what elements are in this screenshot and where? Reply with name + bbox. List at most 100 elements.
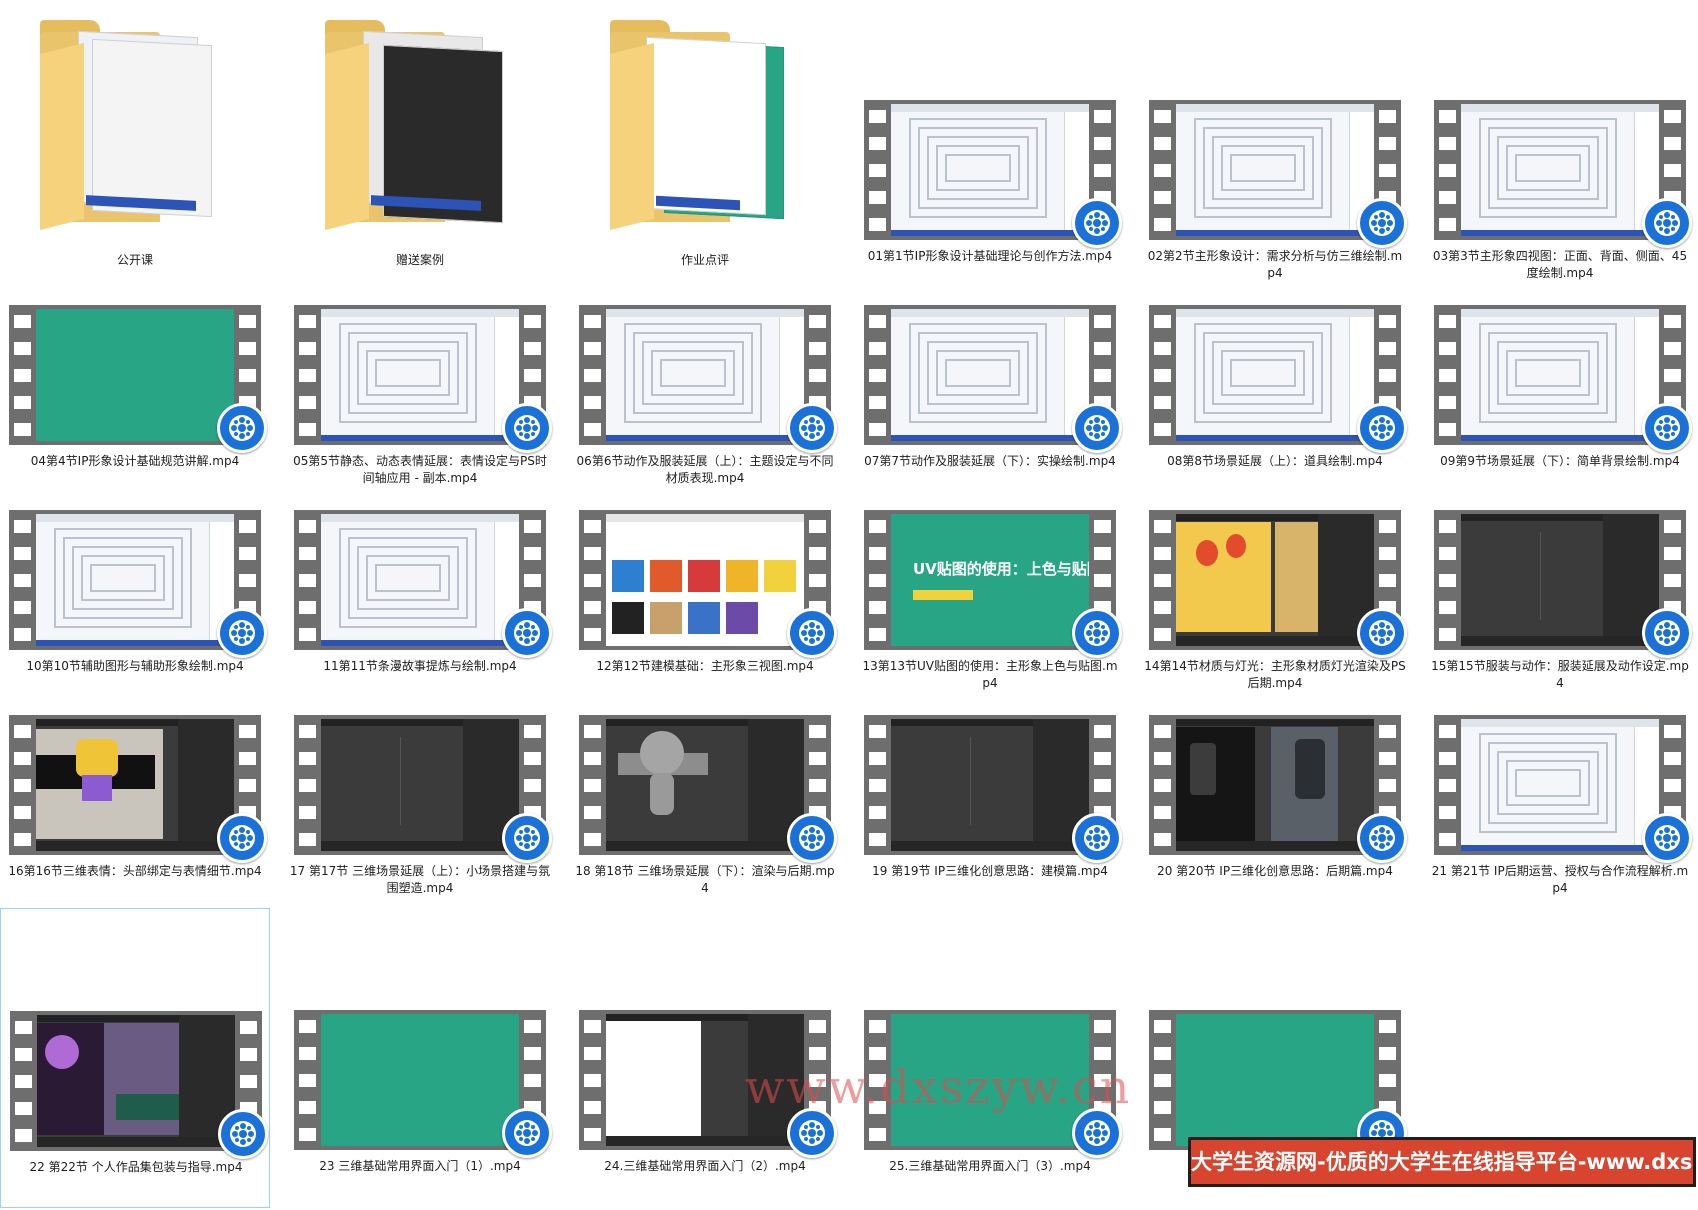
video-file-label: 07第7节动作及服装延展（下）：实操绘制.mp4 [864,454,1116,468]
folder-icon [40,14,230,230]
video-file-item[interactable]: 06第6节动作及服装延展（上）：主题设定与不同材质表现.mp4 [570,305,840,505]
folder-label: 赠送案例 [395,253,444,267]
video-player-icon [1357,403,1407,453]
video-file-label: 04第4节IP形象设计基础规范讲解.mp4 [30,454,240,468]
video-thumbnail [1149,510,1407,658]
video-thumbnail [579,715,837,863]
video-file-item[interactable]: 15第15节服装与动作：服装延展及动作设定.mp4 [1425,510,1695,710]
video-player-icon [1072,198,1122,248]
video-player-icon [1357,608,1407,658]
video-file-item[interactable]: 04第4节IP形象设计基础规范讲解.mp4 [0,305,270,505]
video-thumbnail [9,510,267,658]
video-file-item[interactable]: 19 第19节 IP三维化创意思路：建模篇.mp4 [855,715,1125,915]
video-thumbnail [864,715,1122,863]
video-file-label: 24.三维基础常用界面入门（2）.mp4 [604,1159,806,1173]
video-player-icon [1642,813,1692,863]
video-player-icon [787,608,837,658]
video-thumbnail [864,100,1122,248]
video-file-label: 11第11节条漫故事提炼与绘制.mp4 [323,659,517,673]
video-player-icon [1072,813,1122,863]
video-file-item[interactable]: 17 第17节 三维场景延展（上）：小场景搭建与氛围塑造.mp4 [285,715,555,915]
video-player-icon [1357,198,1407,248]
video-file-label: 03第3节主形象四视图：正面、背面、侧面、45度绘制.mp4 [1432,249,1688,280]
video-thumbnail [294,305,552,453]
folder-icon [325,14,515,230]
video-file-label: 22 第22节 个人作品集包装与指导.mp4 [29,1160,243,1174]
video-file-label: 21 第21节 IP后期运营、授权与合作流程解析.mp4 [1431,864,1689,895]
video-file-label: 01第1节IP形象设计基础理论与创作方法.mp4 [867,249,1113,263]
video-thumbnail [1149,305,1407,453]
video-file-item[interactable]: 14第14节材质与灯光：主形象材质灯光渲染及PS后期.mp4 [1140,510,1410,710]
folder-icon [610,14,800,230]
site-banner[interactable]: 大学生资源网-优质的大学生在线指导平台-www.dxszyw.cn [1188,1137,1696,1187]
video-file-label: 16第16节三维表情：头部绑定与表情细节.mp4 [8,864,262,878]
video-player-icon [1642,198,1692,248]
video-file-item[interactable]: 22 第22节 个人作品集包装与指导.mp4 [0,908,270,1208]
video-player-icon [787,403,837,453]
video-player-icon [502,608,552,658]
folder-homework-review[interactable]: 作业点评 [570,10,840,267]
video-player-icon [1642,608,1692,658]
video-file-item[interactable]: 12第12节建模基础：主形象三视图.mp4 [570,510,840,710]
video-player-icon [502,1108,552,1158]
video-player-icon [1072,403,1122,453]
video-player-icon [1357,813,1407,863]
video-file-item[interactable]: 05第5节静态、动态表情延展：表情设定与PS时间轴应用 - 副本.mp4 [285,305,555,505]
video-file-label: 23 三维基础常用界面入门（1）.mp4 [319,1159,521,1173]
video-player-icon [218,1109,268,1159]
video-file-item[interactable]: UV贴图的使用：上色与贴图 13第13节UV贴图的使用：主形象上色与贴图.mp4 [855,510,1125,710]
video-file-item[interactable]: 07第7节动作及服装延展（下）：实操绘制.mp4 [855,305,1125,505]
video-player-icon [217,813,267,863]
video-thumbnail [864,305,1122,453]
folder-label: 作业点评 [680,253,729,267]
video-file-label: 09第9节场景延展（下）：简单背景绘制.mp4 [1440,454,1680,468]
video-file-label: 19 第19节 IP三维化创意思路：建模篇.mp4 [872,864,1108,878]
video-file-item[interactable]: 01第1节IP形象设计基础理论与创作方法.mp4 [855,100,1125,300]
video-player-icon [1072,1108,1122,1158]
video-thumbnail [9,715,267,863]
video-file-item[interactable]: 09第9节场景延展（下）：简单背景绘制.mp4 [1425,305,1695,505]
video-file-item[interactable]: 11第11节条漫故事提炼与绘制.mp4 [285,510,555,710]
video-file-item[interactable]: 10第10节辅助图形与辅助形象绘制.mp4 [0,510,270,710]
video-file-label: 06第6节动作及服装延展（上）：主题设定与不同材质表现.mp4 [576,454,834,485]
video-file-label: 14第14节材质与灯光：主形象材质灯光渲染及PS后期.mp4 [1144,659,1406,690]
video-file-label: 08第8节场景延展（上）：道具绘制.mp4 [1167,454,1383,468]
video-file-label: 17 第17节 三维场景延展（上）：小场景搭建与氛围塑造.mp4 [289,864,551,895]
folder-bonus-cases[interactable]: 赠送案例 [285,10,555,267]
video-file-item[interactable]: 02第2节主形象设计：需求分析与仿三维绘制.mp4 [1140,100,1410,300]
video-file-label: 13第13节UV贴图的使用：主形象上色与贴图.mp4 [862,659,1118,690]
video-thumbnail [9,305,267,453]
video-file-label: 25.三维基础常用界面入门（3）.mp4 [889,1159,1091,1173]
video-thumbnail: UV贴图的使用：上色与贴图 [864,510,1122,658]
video-player-icon [217,608,267,658]
video-player-icon [502,813,552,863]
video-player-icon [787,813,837,863]
video-file-item[interactable]: 20 第20节 IP三维化创意思路：后期篇.mp4 [1140,715,1410,915]
video-thumbnail [294,510,552,658]
video-thumbnail [1434,305,1692,453]
video-thumbnail [1434,510,1692,658]
video-player-icon [787,1108,837,1158]
watermark-text: www.dxszyw.cn [745,1060,1132,1114]
video-player-icon [217,403,267,453]
folder-label: 公开课 [116,253,153,267]
video-thumbnail [1149,100,1407,248]
video-file-label: 05第5节静态、动态表情延展：表情设定与PS时间轴应用 - 副本.mp4 [293,454,547,485]
video-file-item[interactable]: 16第16节三维表情：头部绑定与表情细节.mp4 [0,715,270,915]
video-file-item[interactable]: 03第3节主形象四视图：正面、背面、侧面、45度绘制.mp4 [1425,100,1695,300]
video-file-label: 18 第18节 三维场景延展（下）：渲染与后期.mp4 [575,864,835,895]
video-thumbnail [1149,1010,1407,1158]
video-file-item[interactable]: 08第8节场景延展（上）：道具绘制.mp4 [1140,305,1410,505]
video-file-item[interactable]: 18 第18节 三维场景延展（下）：渲染与后期.mp4 [570,715,840,915]
video-file-item[interactable]: 21 第21节 IP后期运营、授权与合作流程解析.mp4 [1425,715,1695,915]
video-file-item[interactable]: 23 三维基础常用界面入门（1）.mp4 [285,1010,555,1210]
video-thumbnail [294,715,552,863]
video-player-icon [1642,403,1692,453]
video-thumbnail [1434,715,1692,863]
video-player-icon [502,403,552,453]
video-thumbnail [1149,715,1407,863]
video-file-label: 15第15节服装与动作：服装延展及动作设定.mp4 [1431,659,1689,690]
folder-public-class[interactable]: 公开课 [0,10,270,267]
video-thumbnail [579,305,837,453]
video-thumbnail [579,510,837,658]
